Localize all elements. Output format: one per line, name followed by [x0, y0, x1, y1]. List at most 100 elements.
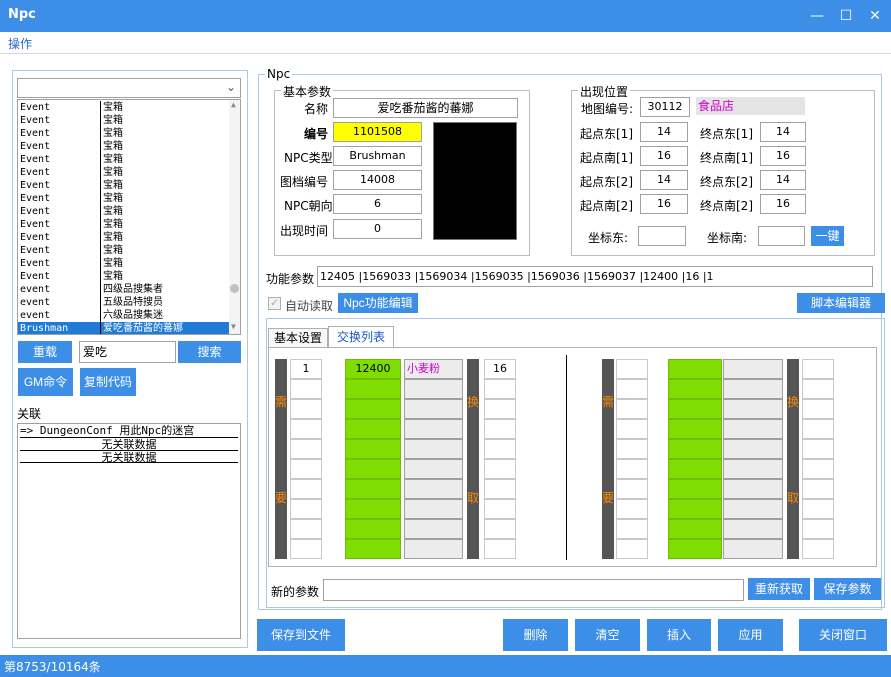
need-qty-cell[interactable]: [290, 479, 322, 499]
get-qty-cell[interactable]: [802, 519, 834, 539]
relation-list[interactable]: => DungeonConf 用此Npc的迷宫 无关联数据 无关联数据: [17, 423, 241, 639]
need-qty-cell[interactable]: [290, 439, 322, 459]
need-id-cell[interactable]: [668, 379, 722, 399]
id-input[interactable]: 1101508: [333, 122, 422, 142]
need-id-cell[interactable]: [668, 399, 722, 419]
need-id-cell[interactable]: [345, 459, 401, 479]
need-qty-cell[interactable]: [290, 419, 322, 439]
get-qty-cell[interactable]: [802, 499, 834, 519]
npc-func-edit-button[interactable]: Npc功能编辑: [338, 293, 418, 313]
insert-button[interactable]: 插入: [647, 619, 711, 651]
need-id-cell[interactable]: [345, 499, 401, 519]
scroll-thumb[interactable]: [230, 284, 239, 293]
coord-south-input[interactable]: [758, 226, 805, 246]
list-item[interactable]: event 五级品特搜员: [18, 296, 230, 309]
get-qty-cell[interactable]: [802, 379, 834, 399]
need-id-cell[interactable]: [668, 499, 722, 519]
need-id-cell[interactable]: [668, 439, 722, 459]
need-id-cell[interactable]: 12400: [345, 359, 401, 379]
need-id-cell[interactable]: [668, 479, 722, 499]
get-qty-cell[interactable]: [484, 419, 516, 439]
need-id-cell[interactable]: [345, 539, 401, 559]
clear-button[interactable]: 清空: [575, 619, 640, 651]
menu-operation[interactable]: 操作: [8, 35, 32, 52]
list-item[interactable]: Event 宝箱: [18, 127, 230, 140]
list-item[interactable]: Event 宝箱: [18, 231, 230, 244]
need-qty-cell[interactable]: [290, 499, 322, 519]
get-qty-cell[interactable]: [484, 539, 516, 559]
list-item[interactable]: Event 宝箱: [18, 140, 230, 153]
minimize-icon[interactable]: —: [806, 6, 828, 26]
coord-east-input[interactable]: [638, 226, 686, 246]
list-item[interactable]: Brushman 爱吃番茄酱的蕃娜: [18, 322, 230, 334]
need-qty-cell[interactable]: [616, 439, 648, 459]
time-input[interactable]: 0: [333, 219, 422, 239]
need-id-cell[interactable]: [668, 419, 722, 439]
save-param-button[interactable]: 保存参数: [814, 578, 881, 600]
list-scrollbar[interactable]: ▲ ▼: [229, 100, 240, 334]
need-qty-cell[interactable]: [616, 379, 648, 399]
scroll-up-icon[interactable]: ▲: [231, 100, 236, 109]
need-qty-cell[interactable]: [290, 379, 322, 399]
apply-button[interactable]: 应用: [718, 619, 783, 651]
list-item[interactable]: Event 宝箱: [18, 270, 230, 283]
list-item[interactable]: Event 宝箱: [18, 244, 230, 257]
need-id-cell[interactable]: [345, 399, 401, 419]
get-qty-cell[interactable]: [484, 379, 516, 399]
need-id-cell[interactable]: [345, 479, 401, 499]
get-qty-cell[interactable]: [802, 399, 834, 419]
need-qty-cell[interactable]: [290, 539, 322, 559]
get-qty-cell[interactable]: [484, 439, 516, 459]
get-qty-cell[interactable]: [802, 459, 834, 479]
need-qty-cell[interactable]: [616, 519, 648, 539]
get-qty-cell[interactable]: [802, 479, 834, 499]
need-qty-cell[interactable]: [616, 399, 648, 419]
get-qty-cell[interactable]: [484, 479, 516, 499]
close-window-button[interactable]: 关闭窗口: [799, 619, 887, 651]
need-id-cell[interactable]: [345, 419, 401, 439]
name-input[interactable]: 爱吃番茄酱的蕃娜: [333, 98, 518, 118]
need-id-cell[interactable]: [668, 359, 722, 379]
start-south-1-input[interactable]: 16: [640, 146, 688, 166]
type-input[interactable]: Brushman: [333, 146, 422, 166]
script-editor-button[interactable]: 脚本编辑器: [797, 293, 885, 313]
list-item[interactable]: Event 宝箱: [18, 153, 230, 166]
search-button[interactable]: 搜索: [178, 341, 241, 363]
get-qty-cell[interactable]: [484, 399, 516, 419]
need-qty-cell[interactable]: [616, 499, 648, 519]
end-east-2-input[interactable]: 14: [760, 170, 806, 190]
one-key-button[interactable]: 一键: [811, 226, 844, 246]
get-qty-cell[interactable]: [484, 499, 516, 519]
get-qty-cell[interactable]: [802, 359, 834, 379]
need-qty-cell[interactable]: 1: [290, 359, 322, 379]
get-qty-cell[interactable]: [802, 419, 834, 439]
need-qty-cell[interactable]: [616, 419, 648, 439]
list-item[interactable]: Event 宝箱: [18, 179, 230, 192]
end-south-1-input[interactable]: 16: [760, 146, 806, 166]
start-south-2-input[interactable]: 16: [640, 194, 688, 214]
need-id-cell[interactable]: [345, 379, 401, 399]
func-param-input[interactable]: 12405 |1569033 |1569034 |1569035 |156903…: [317, 266, 873, 287]
get-qty-cell[interactable]: [802, 539, 834, 559]
need-id-cell[interactable]: [345, 439, 401, 459]
need-qty-cell[interactable]: [290, 519, 322, 539]
need-qty-cell[interactable]: [616, 479, 648, 499]
list-item[interactable]: Event 宝箱: [18, 114, 230, 127]
gm-command-button[interactable]: GM命令: [18, 368, 73, 396]
start-east-1-input[interactable]: 14: [640, 122, 688, 142]
new-param-input[interactable]: [323, 579, 744, 601]
need-qty-cell[interactable]: [616, 359, 648, 379]
need-qty-cell[interactable]: [616, 539, 648, 559]
need-id-cell[interactable]: [668, 459, 722, 479]
end-east-1-input[interactable]: 14: [760, 122, 806, 142]
delete-button[interactable]: 删除: [503, 619, 568, 651]
icon-input[interactable]: 14008: [333, 170, 422, 190]
need-id-cell[interactable]: [668, 519, 722, 539]
map-input[interactable]: 30112: [640, 97, 690, 117]
need-id-cell[interactable]: [345, 519, 401, 539]
close-icon[interactable]: ✕: [864, 6, 886, 26]
need-id-cell[interactable]: [668, 539, 722, 559]
end-south-2-input[interactable]: 16: [760, 194, 806, 214]
reload-button[interactable]: 重载: [18, 341, 72, 363]
copy-code-button[interactable]: 复制代码: [80, 368, 136, 396]
